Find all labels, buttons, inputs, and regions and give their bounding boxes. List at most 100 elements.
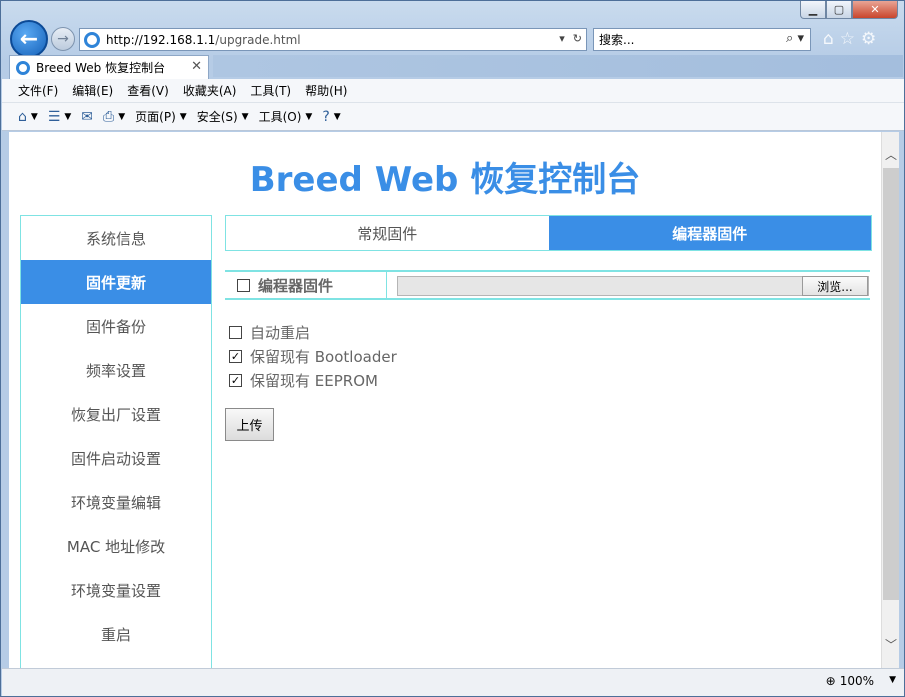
printer-icon: ⎙ [103, 108, 115, 125]
option-auto-reboot[interactable]: 自动重启 [229, 320, 397, 344]
menu-view[interactable]: 查看(V) [127, 82, 169, 99]
address-dropdown-icon[interactable]: ▾ [559, 32, 565, 45]
keep-eeprom-checkbox[interactable]: ✓ [229, 373, 242, 387]
url-host: http://192.168.1.1 [106, 32, 216, 47]
chevron-down-icon: ▼ [333, 111, 341, 122]
sidebar-item-mac[interactable]: MAC 地址修改 [21, 524, 211, 568]
scroll-down-icon[interactable]: ﹀ [882, 636, 900, 654]
search-input[interactable]: 搜索... [599, 31, 634, 48]
status-bar: ⊕ 100% ▼ [2, 668, 904, 696]
arrow-left-icon: ← [19, 26, 39, 52]
page-menu[interactable]: 页面(P) ▼ [135, 108, 187, 125]
menu-favorites[interactable]: 收藏夹(A) [183, 82, 237, 99]
maximize-button[interactable]: ▢ [826, 1, 852, 19]
help-menu[interactable]: ? ▼ [322, 109, 340, 125]
chevron-down-icon: ▼ [118, 111, 126, 122]
zoom-control[interactable]: ⊕ 100% [826, 674, 874, 688]
sidebar-item-reboot[interactable]: 重启 [21, 612, 211, 656]
print-command[interactable]: ⎙ ▼ [103, 109, 125, 125]
search-icon[interactable]: ⌕ ▾ [786, 31, 804, 46]
browser-window: ▁ ▢ ✕ ← → http://192.168.1.1/upgrade.htm… [0, 0, 905, 697]
tab-normal-firmware[interactable]: 常规固件 [226, 216, 549, 250]
menu-help[interactable]: 帮助(H) [305, 82, 347, 99]
zoom-level: 100% [839, 674, 874, 688]
auto-reboot-checkbox[interactable] [229, 325, 242, 339]
zoom-icon: ⊕ [825, 674, 836, 688]
safety-menu[interactable]: 安全(S) ▼ [197, 108, 249, 125]
chevron-down-icon: ▼ [179, 111, 187, 122]
gear-icon[interactable]: ⚙ [861, 29, 876, 49]
feeds-command[interactable]: ☰ ▼ [48, 109, 71, 125]
sidebar-item-env-settings[interactable]: 环境变量设置 [21, 568, 211, 612]
browser-tab[interactable]: Breed Web 恢复控制台 ✕ [9, 55, 209, 79]
chevron-down-icon: ▼ [305, 111, 313, 122]
browser-right-icons: ⌂ ☆ ⚙ [823, 29, 876, 49]
rss-icon: ☰ [47, 108, 61, 125]
home-icon: ⌂ [18, 108, 27, 125]
chevron-down-icon[interactable]: ▼ [889, 675, 896, 685]
option-keep-eeprom[interactable]: ✓ 保留现有 EEPROM [229, 368, 397, 392]
sidebar-item-firmware-update[interactable]: 固件更新 [21, 260, 211, 304]
tools-menu[interactable]: 工具(O) ▼ [259, 108, 313, 125]
mail-command[interactable]: ✉ [81, 109, 93, 125]
tools-menu-label: 工具(O) [258, 110, 302, 124]
keep-bootloader-checkbox[interactable]: ✓ [229, 349, 242, 363]
browse-button[interactable]: 浏览... [802, 276, 868, 296]
upload-options: 自动重启 ✓ 保留现有 Bootloader ✓ 保留现有 EEPROM [229, 320, 397, 392]
safety-menu-label: 安全(S) [196, 110, 238, 124]
option-keep-bootloader[interactable]: ✓ 保留现有 Bootloader [229, 344, 397, 368]
firmware-file-input[interactable]: 浏览... [397, 276, 869, 296]
sidebar-item-system-info[interactable]: 系统信息 [21, 216, 211, 260]
sidebar: 系统信息 固件更新 固件备份 频率设置 恢复出厂设置 固件启动设置 环境变量编辑… [20, 215, 212, 668]
refresh-icon[interactable]: ↻ [573, 32, 582, 45]
sidebar-item-frequency[interactable]: 频率设置 [21, 348, 211, 392]
firmware-label: 编程器固件 [258, 276, 334, 295]
chevron-down-icon: ▼ [30, 111, 38, 122]
menu-bar: 文件(F) 编辑(E) 查看(V) 收藏夹(A) 工具(T) 帮助(H) [2, 79, 904, 103]
chevron-down-icon: ▼ [64, 111, 72, 122]
address-url[interactable]: http://192.168.1.1/upgrade.html [106, 33, 301, 47]
minimize-button[interactable]: ▁ [800, 1, 826, 19]
page-title: Breed Web 恢复控制台 [249, 160, 641, 200]
ie-page-icon [84, 31, 100, 48]
help-icon: ? [322, 108, 330, 125]
sidebar-item-factory-reset[interactable]: 恢复出厂设置 [21, 392, 211, 436]
forward-button[interactable]: → [51, 27, 75, 51]
command-bar: ⌂ ▼ ☰ ▼ ✉ ⎙ ▼ 页面(P) ▼ 安全(S) ▼ 工具(O) ▼ ? ▼ [2, 103, 904, 131]
firmware-label-cell: 编程器固件 [225, 272, 387, 298]
menu-tools[interactable]: 工具(T) [250, 82, 291, 99]
close-tab-icon[interactable]: ✕ [191, 59, 202, 74]
page-viewport: Breed Web 恢复控制台 系统信息 固件更新 固件备份 频率设置 恢复出厂… [9, 132, 881, 668]
tab-strip [213, 55, 903, 77]
close-window-button[interactable]: ✕ [852, 1, 898, 19]
sidebar-item-firmware-backup[interactable]: 固件备份 [21, 304, 211, 348]
tab-programmer-firmware[interactable]: 编程器固件 [548, 216, 871, 250]
keep-eeprom-label: 保留现有 EEPROM [250, 371, 378, 390]
home-icon[interactable]: ⌂ [823, 29, 834, 49]
ie-tab-icon [16, 60, 30, 75]
auto-reboot-label: 自动重启 [250, 323, 311, 342]
arrow-right-icon: → [57, 31, 69, 47]
scroll-thumb[interactable] [883, 168, 899, 600]
favorites-star-icon[interactable]: ☆ [840, 29, 855, 49]
upload-button[interactable]: 上传 [225, 408, 274, 441]
back-button[interactable]: ← [10, 20, 48, 58]
firmware-file-row: 编程器固件 浏览... [225, 270, 870, 300]
address-bar[interactable]: http://192.168.1.1/upgrade.html ▾ ↻ [79, 28, 587, 51]
window-controls: ▁ ▢ ✕ [800, 1, 898, 19]
tab-title: Breed Web 恢复控制台 [36, 61, 166, 75]
url-path: /upgrade.html [215, 32, 301, 47]
scroll-up-icon[interactable]: ︿ [882, 146, 900, 164]
vertical-scrollbar[interactable]: ︿ ﹀ [881, 132, 899, 668]
menu-file[interactable]: 文件(F) [18, 82, 58, 99]
chevron-down-icon: ▼ [241, 111, 249, 122]
firmware-checkbox[interactable] [237, 278, 250, 292]
firmware-tabs: 常规固件 编程器固件 [225, 215, 872, 251]
keep-bootloader-label: 保留现有 Bootloader [250, 347, 397, 366]
mail-icon: ✉ [81, 108, 94, 125]
sidebar-item-env-edit[interactable]: 环境变量编辑 [21, 480, 211, 524]
home-command[interactable]: ⌂ ▼ [18, 109, 38, 125]
search-box[interactable]: 搜索... ⌕ ▾ [593, 28, 811, 51]
sidebar-item-boot-settings[interactable]: 固件启动设置 [21, 436, 211, 480]
menu-edit[interactable]: 编辑(E) [72, 82, 113, 99]
